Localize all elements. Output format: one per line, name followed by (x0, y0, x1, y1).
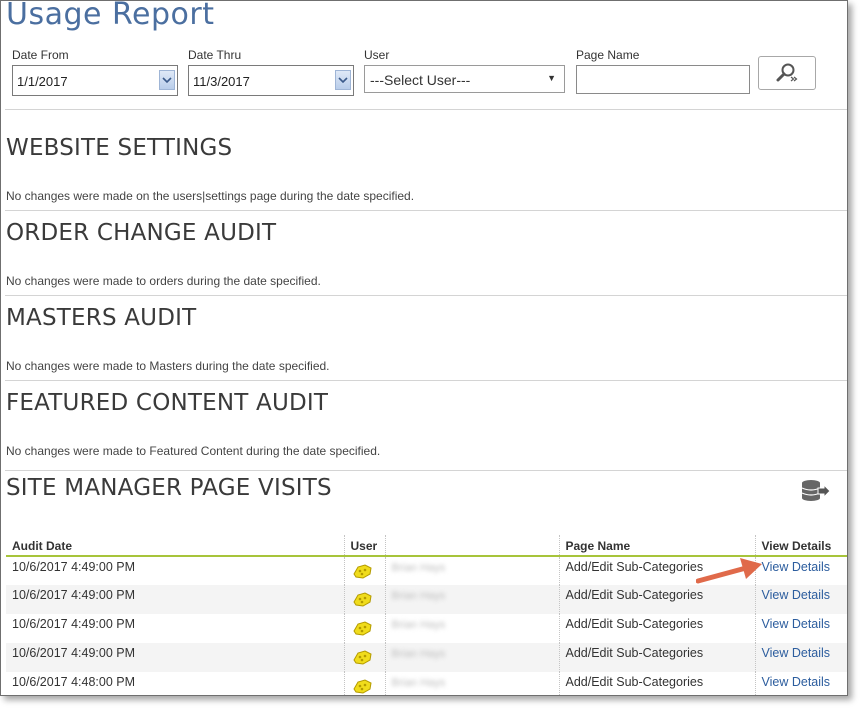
column-header-page-name[interactable]: Page Name (558, 535, 755, 557)
audit-date-cell: 10/6/2017 4:49:00 PM (12, 560, 136, 574)
user-name-cell: Brian Hays (384, 556, 559, 585)
date-thru-filter: Date Thru 11/3/2017 (188, 48, 354, 96)
view-details-link[interactable]: View Details (762, 675, 831, 689)
user-icon-cell (343, 672, 385, 695)
page-title: Usage Report (6, 0, 215, 32)
section-title-website-settings: WEBSITE SETTINGS (6, 135, 233, 161)
section-message-website-settings: No changes were made on the users|settin… (6, 189, 415, 203)
view-details-cell: View Details (754, 672, 847, 695)
user-select-value: ---Select User--- (370, 72, 471, 88)
divider (5, 109, 847, 110)
page-name-cell: Add/Edit Sub-Categories (558, 672, 755, 695)
annotation-arrow-icon (696, 558, 762, 584)
audit-date-cell: 10/6/2017 4:49:00 PM (6, 585, 344, 614)
table-header-row: Audit Date User Page Name View Details (6, 535, 847, 557)
user-filter: User ---Select User--- ▼ (364, 48, 565, 93)
audit-date-cell: 10/6/2017 4:49:00 PM (6, 643, 344, 672)
divider (5, 210, 847, 211)
column-header-view-details: View Details (754, 535, 847, 557)
search-icon (776, 63, 798, 82)
page-name-input[interactable] (576, 65, 750, 94)
user-icon (351, 619, 373, 637)
user-name-cell: Brian Hays (384, 585, 559, 614)
view-details-link[interactable]: View Details (762, 588, 831, 602)
section-message-masters-audit: No changes were made to Masters during t… (6, 359, 330, 373)
divider (5, 380, 847, 381)
table-row: 10/6/2017 4:49:00 PM Brian Hays Add/Edit S… (6, 614, 847, 643)
date-from-filter: Date From 1/1/2017 (12, 48, 178, 96)
page-name-cell: Add/Edit Sub-Categories (558, 614, 755, 643)
section-title-masters-audit: MASTERS AUDIT (6, 305, 197, 331)
table-row: 10/6/2017 4:49:00 PM Brian Hays Add/Edit S… (6, 585, 847, 614)
user-name-cell: Brian Hays (384, 672, 559, 695)
search-button[interactable] (758, 56, 816, 90)
date-thru-label: Date Thru (188, 48, 242, 62)
view-details-cell: View Details (754, 556, 847, 585)
database-export-icon[interactable] (801, 479, 831, 503)
section-title-site-manager-page-visits: SITE MANAGER PAGE VISITS (6, 475, 332, 501)
section-title-featured-content-audit: FEATURED CONTENT AUDIT (6, 390, 329, 416)
user-name-blurred: Brian Hays (391, 648, 446, 660)
date-thru-value: 11/3/2017 (193, 74, 250, 89)
page-name-filter: Page Name (576, 48, 750, 94)
user-name-cell: Brian Hays (384, 614, 559, 643)
usage-report-window: Usage Report Date From 1/1/2017 Date Thr… (0, 0, 848, 696)
chevron-down-icon[interactable] (159, 70, 175, 90)
view-details-link[interactable]: View Details (762, 617, 831, 631)
user-name-blurred: Brian Hays (391, 562, 446, 574)
page-name-cell: Add/Edit Sub-Categories (558, 643, 755, 672)
date-from-field[interactable]: 1/1/2017 (12, 65, 178, 96)
page-name-cell: Add/Edit Sub-Categories (558, 585, 755, 614)
table-row: 10/6/2017 4:48:00 PM Brian Hays Add/Edit S… (6, 672, 847, 695)
user-icon-cell (343, 585, 385, 614)
user-name-blurred: Brian Hays (391, 677, 446, 689)
column-header-user[interactable]: User (343, 535, 385, 557)
table-row: 10/6/2017 4:49:00 PM Brian Hays Add/Edit S… (6, 643, 847, 672)
date-from-label: Date From (12, 48, 69, 62)
divider (5, 295, 847, 296)
user-icon (351, 590, 373, 608)
caret-down-icon: ▼ (547, 73, 556, 83)
user-icon (351, 677, 373, 695)
view-details-link[interactable]: View Details (762, 560, 831, 574)
date-from-value: 1/1/2017 (17, 74, 68, 89)
page-name-label: Page Name (576, 48, 640, 62)
user-icon-cell (343, 556, 385, 585)
column-header-user-name (384, 535, 559, 557)
section-message-featured-content-audit: No changes were made to Featured Content… (6, 444, 381, 458)
date-thru-field[interactable]: 11/3/2017 (188, 65, 354, 96)
view-details-cell: View Details (754, 643, 847, 672)
user-icon-cell (343, 643, 385, 672)
user-label: User (364, 48, 390, 62)
section-title-order-change-audit: ORDER CHANGE AUDIT (6, 220, 277, 246)
user-name-blurred: Brian Hays (391, 619, 446, 631)
audit-date-cell: 10/6/2017 4:48:00 PM (12, 675, 136, 689)
user-icon (351, 562, 373, 580)
user-select[interactable]: ---Select User--- ▼ (364, 65, 565, 93)
view-details-link[interactable]: View Details (762, 646, 831, 660)
user-name-cell: Brian Hays (384, 643, 559, 672)
divider (5, 470, 847, 471)
chevron-down-icon[interactable] (335, 70, 351, 90)
section-message-order-change-audit: No changes were made to orders during th… (6, 274, 321, 288)
user-name-blurred: Brian Hays (391, 590, 446, 602)
user-icon-cell (343, 614, 385, 643)
column-header-audit-date[interactable]: Audit Date (6, 535, 344, 557)
view-details-cell: View Details (754, 614, 847, 643)
view-details-cell: View Details (754, 585, 847, 614)
user-icon (351, 648, 373, 666)
audit-date-cell: 10/6/2017 4:49:00 PM (12, 617, 136, 631)
